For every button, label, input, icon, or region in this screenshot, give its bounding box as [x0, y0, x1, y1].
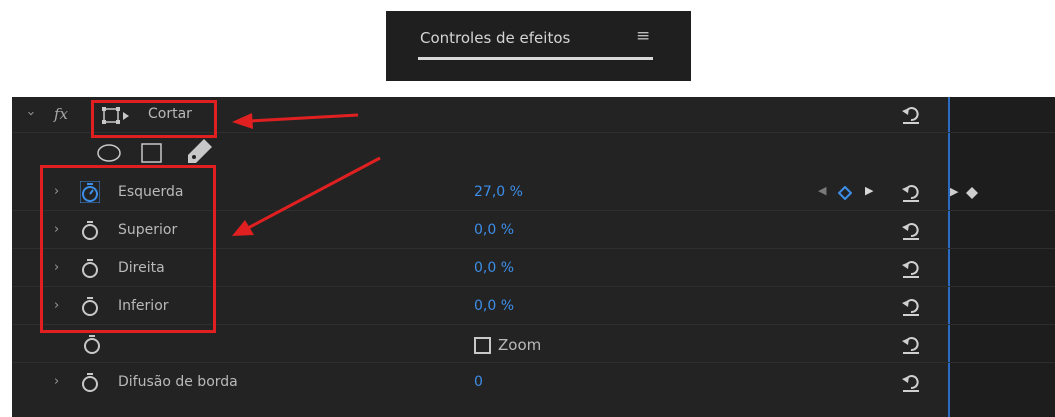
annotation-arrows — [232, 113, 381, 236]
